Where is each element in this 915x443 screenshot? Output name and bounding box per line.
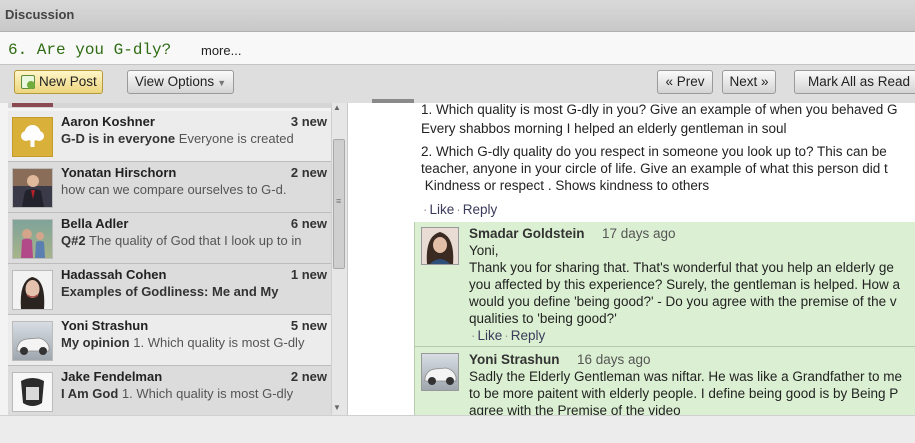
thread-snippet: 1. Which quality is most G-dly bbox=[133, 335, 305, 350]
thread-author: Jake Fendelman bbox=[61, 369, 163, 384]
thread-row-hadassah-cohen[interactable]: Hadassah Cohen 1 new Examples of Godline… bbox=[8, 264, 331, 315]
reply-body-line: would you define 'being good?' - Do you … bbox=[469, 294, 897, 309]
thread-title: Q#2 bbox=[61, 233, 86, 248]
footer-bar bbox=[0, 415, 915, 443]
view-options-label: View Options bbox=[134, 74, 215, 89]
question-bar: 6. Are you G-dly? more... bbox=[0, 32, 915, 64]
post-pane-top-edge bbox=[372, 99, 414, 103]
thread-new-count: 2 new bbox=[290, 369, 327, 384]
reply-body-line: you affected by this experience? Surely,… bbox=[469, 277, 901, 292]
post-body-line: teacher, anyone in your circle of life. … bbox=[421, 161, 888, 176]
like-link[interactable]: Like bbox=[430, 202, 455, 217]
thread-snippet: The quality of God that I look up to in bbox=[88, 233, 302, 248]
question-more-link[interactable]: more... bbox=[201, 43, 241, 58]
mark-all-read-button[interactable]: Mark All as Read bbox=[794, 70, 915, 94]
post-body-line: 1. Which quality is most G-dly in you? G… bbox=[421, 102, 898, 117]
reply-link[interactable]: Reply bbox=[463, 202, 498, 217]
discussion-header: Discussion bbox=[0, 0, 915, 32]
thread-title: G-D is in everyone bbox=[61, 131, 176, 146]
view-options-button[interactable]: View Options ▼ bbox=[127, 70, 234, 94]
thread-author: Yonatan Hirschorn bbox=[61, 165, 177, 180]
person-photo bbox=[20, 277, 45, 309]
thread-snippet: 1. Which quality is most G-dly bbox=[121, 386, 294, 401]
scroll-down-icon[interactable]: ▼ bbox=[333, 403, 341, 412]
thread-row-aaron-koshner[interactable]: Aaron Koshner 3 new G-D is in everyone E… bbox=[8, 111, 331, 162]
reply-timestamp: 17 days ago bbox=[602, 226, 676, 241]
divider bbox=[415, 346, 915, 347]
thread-row-bella-adler[interactable]: Bella Adler 6 new Q#2 The quality of God… bbox=[8, 213, 331, 264]
reply-body-line: Thank you for sharing that. That's wonde… bbox=[469, 260, 894, 275]
thread-title: My opinion bbox=[61, 335, 130, 350]
person-photo bbox=[426, 232, 454, 264]
reply-body-line: agree with the Premise of the video bbox=[469, 403, 681, 415]
scroll-up-icon[interactable]: ▲ bbox=[333, 103, 341, 112]
avatar bbox=[421, 227, 459, 265]
tree-icon bbox=[21, 125, 44, 147]
new-post-icon bbox=[21, 75, 35, 89]
car-photo bbox=[424, 367, 457, 385]
question-title: 6. Are you G-dly? bbox=[8, 41, 172, 59]
reply-author: Yoni Strashun bbox=[469, 352, 560, 367]
thread-row-yoni-strashun[interactable]: Yoni Strashun 5 new My opinion 1. Which … bbox=[8, 315, 331, 366]
thread-author: Aaron Koshner bbox=[61, 114, 155, 129]
person-photo bbox=[21, 229, 45, 258]
reply-body-line: to be more paitent with elderly people. … bbox=[469, 386, 899, 401]
reply-body-line: Yoni, bbox=[469, 243, 499, 258]
thread-row-jake-fendelman[interactable]: Jake Fendelman 2 new I Am God 1. Which q… bbox=[8, 366, 331, 417]
grip-icon: ≡ bbox=[336, 196, 342, 206]
reply-body-line: qualities to 'being good?' bbox=[469, 311, 617, 326]
post-body-line: Every shabbos morning I helped an elderl… bbox=[421, 121, 787, 136]
new-post-button[interactable]: New Post bbox=[14, 70, 103, 94]
reply-body-line: Sadly the Elderly Gentleman was niftar. … bbox=[469, 369, 902, 384]
avatar bbox=[12, 372, 53, 412]
thread-author: Yoni Strashun bbox=[61, 318, 149, 333]
thread-new-count: 1 new bbox=[290, 267, 327, 282]
thread-new-count: 6 new bbox=[290, 216, 327, 231]
avatar bbox=[12, 219, 53, 259]
thread-title: Examples of Godliness: Me and My bbox=[61, 284, 279, 299]
toolbar: New Post View Options ▼ « Prev Next » Mar… bbox=[0, 64, 915, 104]
new-post-label: New Post bbox=[39, 74, 97, 89]
reply-actions: · Like · Reply bbox=[471, 328, 546, 343]
chevron-down-icon: ▼ bbox=[217, 78, 227, 88]
thread-new-count: 2 new bbox=[290, 165, 327, 180]
post-body-line: 2. Which G-dly quality do you respect in… bbox=[421, 144, 887, 159]
thread-title: I Am God bbox=[61, 386, 119, 401]
header-title: Discussion bbox=[5, 7, 75, 22]
avatar bbox=[421, 353, 459, 391]
avatar bbox=[12, 117, 53, 157]
reply-link[interactable]: Reply bbox=[511, 328, 546, 343]
reply-author: Smadar Goldstein bbox=[469, 226, 585, 241]
prev-button[interactable]: « Prev bbox=[657, 70, 713, 94]
thread-row-yonatan-hirschorn[interactable]: Yonatan Hirschorn 2 new how can we compa… bbox=[8, 162, 331, 213]
thread-snippet: Everyone is created bbox=[178, 131, 294, 146]
next-button[interactable]: Next » bbox=[722, 70, 776, 94]
thread-snippet: how can we compare ourselves to G-d. bbox=[61, 182, 287, 197]
person-photo bbox=[22, 175, 44, 207]
crest-logo bbox=[21, 378, 44, 406]
thread-author: Bella Adler bbox=[61, 216, 129, 231]
thread-author: Hadassah Cohen bbox=[61, 267, 167, 282]
reply-timestamp: 16 days ago bbox=[577, 352, 651, 367]
thread-new-count: 5 new bbox=[290, 318, 327, 333]
avatar bbox=[12, 168, 53, 208]
post-body-line: Kindness or respect . Shows kindness to … bbox=[421, 178, 710, 193]
avatar bbox=[12, 270, 53, 310]
list-item-partial[interactable] bbox=[8, 103, 331, 108]
car-photo bbox=[16, 337, 50, 355]
avatar bbox=[12, 321, 53, 361]
thread-new-count: 3 new bbox=[290, 114, 327, 129]
avatar bbox=[12, 103, 53, 107]
post-actions: · Like · Reply bbox=[423, 202, 498, 217]
like-link[interactable]: Like bbox=[478, 328, 503, 343]
